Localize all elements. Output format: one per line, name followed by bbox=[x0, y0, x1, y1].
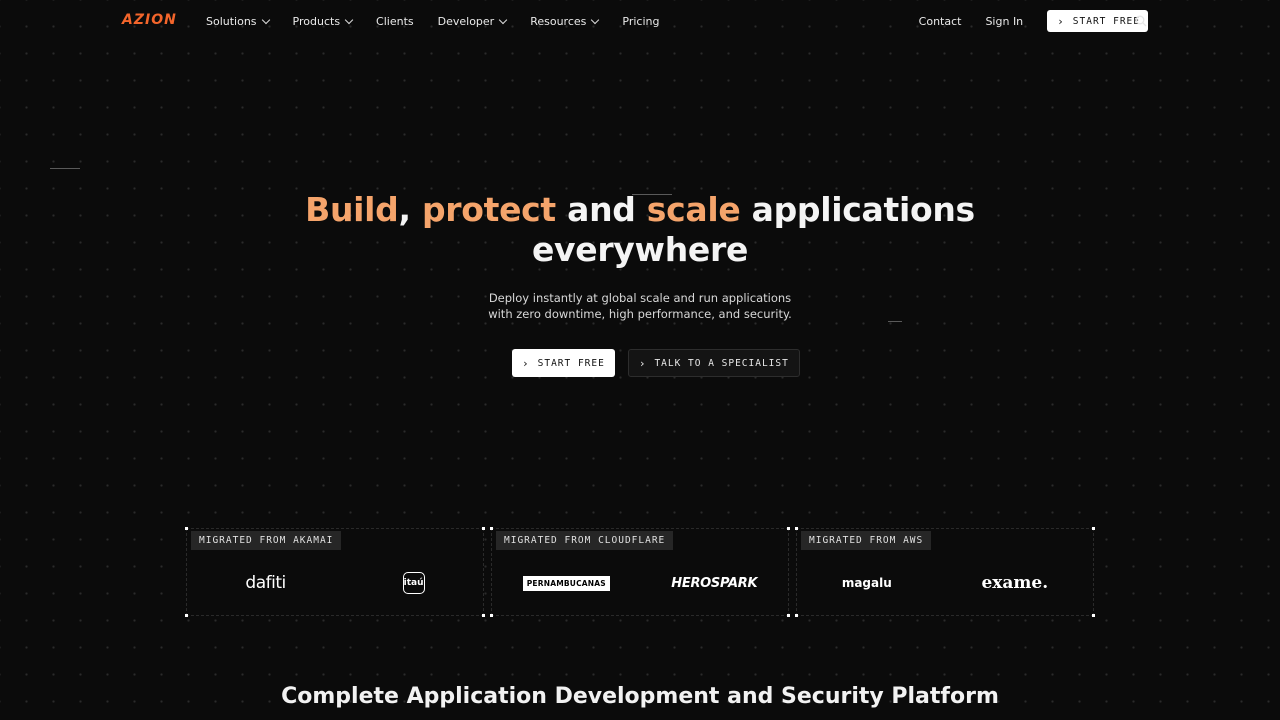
header-start-free-button[interactable]: › START FREE bbox=[1047, 10, 1148, 32]
button-label: START FREE bbox=[1072, 15, 1140, 27]
nav-label: Clients bbox=[376, 14, 414, 28]
client-logos: PERNAMBUCANAS HEROSPARK bbox=[492, 569, 788, 597]
herospark-logo: HEROSPARK bbox=[671, 575, 758, 591]
migration-tag: MIGRATED FROM CLOUDFLARE bbox=[496, 531, 674, 550]
chevron-down-icon bbox=[498, 15, 508, 24]
contact-link[interactable]: Contact bbox=[919, 15, 962, 28]
magalu-logo: magalu bbox=[841, 576, 892, 590]
sign-in-link[interactable]: Sign In bbox=[985, 15, 1023, 28]
title-rest: applications bbox=[740, 190, 976, 229]
exame-logo: exame. bbox=[981, 573, 1049, 593]
header-actions: Contact Sign In › START FREE bbox=[919, 0, 1148, 42]
itau-logo: itaú bbox=[402, 572, 425, 594]
title-word-scale: scale bbox=[646, 190, 741, 229]
nav-label: Products bbox=[292, 14, 341, 28]
migration-card-aws: MIGRATED FROM AWS magalu exame. bbox=[795, 527, 1095, 617]
pernambucanas-logo: PERNAMBUCANAS bbox=[522, 575, 610, 591]
title-word-protect: protect bbox=[421, 190, 556, 229]
nav-pricing[interactable]: Pricing bbox=[622, 15, 659, 28]
decorative-line bbox=[50, 168, 80, 169]
card-corner bbox=[787, 527, 790, 530]
chevron-down-icon bbox=[591, 15, 600, 24]
migration-tag: MIGRATED FROM AWS bbox=[801, 531, 932, 550]
button-label: START FREE bbox=[537, 357, 605, 369]
hero-actions: › START FREE › TALK TO A SPECIALIST bbox=[512, 349, 800, 377]
hero-subtitle: Deploy instantly at global scale and run… bbox=[0, 290, 1280, 322]
client-logos: dafiti itaú bbox=[187, 569, 483, 597]
site-header: AZION Solutions Products Clients Develop… bbox=[0, 0, 1280, 42]
title-word-and: and bbox=[555, 190, 647, 229]
migration-tag: MIGRATED FROM AKAMAI bbox=[191, 531, 342, 550]
main-nav: Solutions Products Clients Developer Res… bbox=[206, 0, 659, 42]
nav-solutions[interactable]: Solutions bbox=[206, 14, 270, 28]
card-corner bbox=[482, 614, 485, 617]
migration-card-cloudflare: MIGRATED FROM CLOUDFLARE PERNAMBUCANAS H… bbox=[490, 527, 790, 617]
hero-start-free-button[interactable]: › START FREE bbox=[512, 349, 615, 377]
card-corner bbox=[795, 527, 798, 530]
card-corner bbox=[1092, 614, 1095, 617]
button-label: TALK TO A SPECIALIST bbox=[654, 357, 789, 369]
search-icon[interactable] bbox=[1135, 15, 1147, 27]
card-corner bbox=[490, 527, 493, 530]
nav-label: Developer bbox=[437, 14, 495, 28]
nav-resources[interactable]: Resources bbox=[530, 14, 600, 28]
nav-label: Solutions bbox=[206, 14, 257, 28]
nav-label: Pricing bbox=[622, 14, 660, 28]
chevron-right-icon: › bbox=[522, 356, 530, 370]
dafiti-logo: dafiti bbox=[245, 573, 286, 593]
card-corner bbox=[795, 614, 798, 617]
title-word-build: Build bbox=[305, 190, 399, 229]
azion-logo[interactable]: AZION bbox=[122, 12, 177, 28]
subtitle-line1: Deploy instantly at global scale and run… bbox=[488, 291, 792, 305]
card-corner bbox=[490, 614, 493, 617]
nav-products[interactable]: Products bbox=[292, 14, 354, 28]
migration-card-akamai: MIGRATED FROM AKAMAI dafiti itaú bbox=[185, 527, 485, 617]
title-comma: , bbox=[398, 190, 422, 229]
hero-title: Build, protect and scale applications ev… bbox=[0, 190, 1280, 270]
chevron-right-icon: › bbox=[1057, 14, 1065, 28]
card-corner bbox=[185, 527, 188, 530]
section-title: Complete Application Development and Sec… bbox=[281, 684, 999, 709]
chevron-down-icon bbox=[344, 15, 354, 24]
nav-label: Resources bbox=[530, 14, 587, 28]
subtitle-line2: with zero downtime, high performance, an… bbox=[488, 307, 792, 321]
card-corner bbox=[185, 614, 188, 617]
card-corner bbox=[482, 527, 485, 530]
chevron-right-icon: › bbox=[638, 356, 647, 370]
title-line2: everywhere bbox=[531, 230, 749, 269]
nav-developer[interactable]: Developer bbox=[437, 14, 508, 28]
chevron-down-icon bbox=[261, 15, 270, 24]
card-corner bbox=[1092, 527, 1095, 530]
card-corner bbox=[787, 614, 790, 617]
nav-clients[interactable]: Clients bbox=[376, 15, 414, 28]
client-logos: magalu exame. bbox=[797, 569, 1093, 597]
talk-to-specialist-button[interactable]: › TALK TO A SPECIALIST bbox=[627, 349, 800, 377]
